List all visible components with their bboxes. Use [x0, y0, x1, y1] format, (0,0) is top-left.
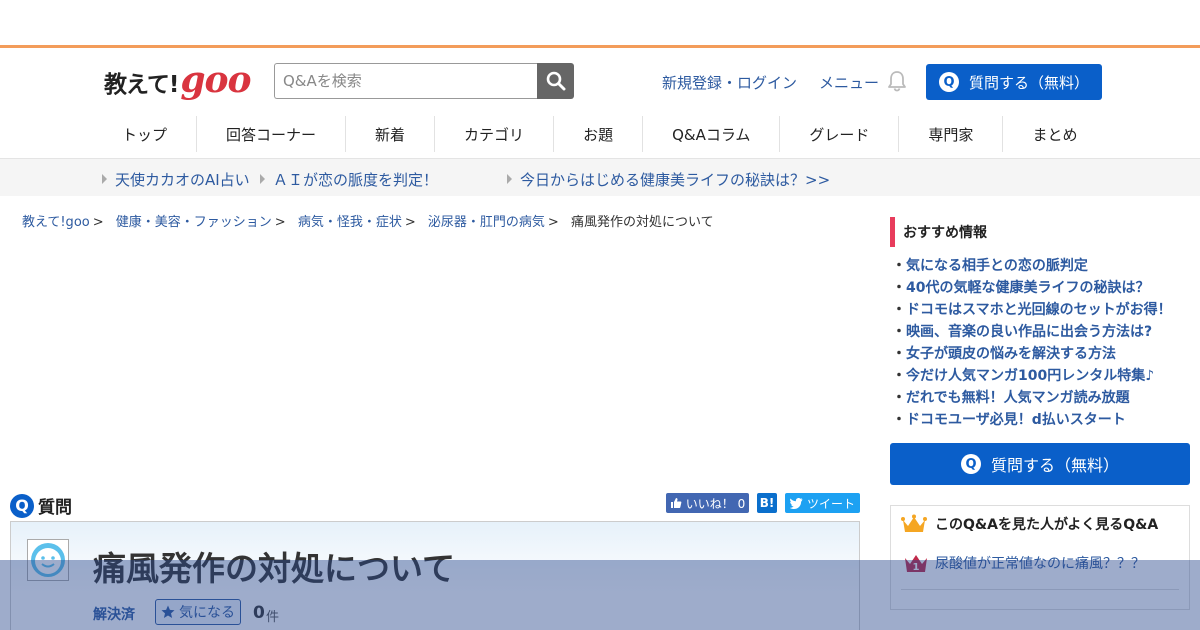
site-header: 教えて! goo 新規登録・ログイン メニュー Q 質問する（無料） — [0, 48, 1200, 108]
breadcrumb: 教えて!goo > 健康・美容・ファッション > 病気・怪我・症状 > 泌尿器・肛門の… — [22, 211, 714, 230]
nav-item-topic[interactable]: お題 — [554, 116, 644, 152]
recommended-item[interactable]: ドコモユーザ必見！d払いスタート — [892, 409, 1172, 431]
recommended-item[interactable]: 40代の気軽な健康美ライフの秘訣は？ — [892, 277, 1172, 299]
question-q-icon: Q — [960, 454, 981, 474]
login-link[interactable]: 新規登録・ログイン — [662, 72, 797, 93]
breadcrumb-link[interactable]: 健康・美容・ファッション — [116, 215, 272, 230]
search-input[interactable] — [274, 63, 537, 99]
search-icon — [546, 71, 565, 91]
hatena-bookmark-button[interactable]: B! — [757, 493, 777, 513]
recommended-item[interactable]: 気になる相手との恋の脈判定 — [892, 255, 1172, 277]
nav-item-answer-corner[interactable]: 回答コーナー — [197, 116, 347, 152]
search-box — [274, 63, 574, 99]
promo-bar: 天使カカオのAI占い ＡＩが恋の脈度を判定！ 今日からはじめる健康美ライフの秘訣… — [0, 158, 1200, 196]
question-header: Q 質問 — [10, 493, 72, 518]
logo-text-jp: 教えて! — [104, 72, 179, 98]
nav-item-grade[interactable]: グレード — [780, 116, 900, 152]
sidebar-ask-question-label: 質問する（無料） — [990, 456, 1119, 475]
recommended-item[interactable]: だれでも無料！人気マンガ読み放題 — [892, 387, 1172, 409]
recommended-item[interactable]: 映画、音楽の良い作品に出会う方法は? — [892, 321, 1172, 343]
bell-icon — [888, 71, 906, 92]
popular-qa-header: このQ&Aを見た人がよく見るQ&A — [901, 514, 1158, 534]
nav-item-top[interactable]: トップ — [100, 116, 198, 152]
menu-link[interactable]: メニュー — [819, 72, 879, 93]
breadcrumb-link[interactable]: 病気・怪我・症状 — [298, 215, 402, 230]
thumbs-up-icon — [670, 498, 682, 508]
recommended-list: 気になる相手との恋の脈判定 40代の気軽な健康美ライフの秘訣は？ ドコモはスマホ… — [892, 255, 1172, 431]
nav-item-category[interactable]: カテゴリ — [435, 116, 555, 152]
nav-item-expert[interactable]: 専門家 — [899, 116, 1004, 152]
nav-item-new[interactable]: 新着 — [346, 116, 436, 152]
facebook-like-button[interactable]: いいね！ 0 — [666, 493, 749, 513]
crown-icon — [901, 514, 927, 532]
question-section-label: 質問 — [38, 498, 72, 518]
recommended-item[interactable]: 女子が頭皮の悩みを解決する方法 — [892, 343, 1172, 365]
breadcrumb-separator: > — [92, 215, 104, 230]
bottom-overlay-banner[interactable] — [0, 560, 1200, 630]
promo-link[interactable]: ＡＩが恋の脈度を判定！ — [260, 169, 438, 190]
breadcrumb-separator: > — [547, 215, 559, 230]
notification-button[interactable] — [886, 70, 908, 96]
header-links: 新規登録・ログイン メニュー — [662, 72, 901, 93]
question-badge: Q — [10, 493, 34, 518]
sidebar-ask-question-button[interactable]: Q 質問する（無料） — [890, 443, 1190, 485]
recommended-item[interactable]: 今だけ人気マンガ100円レンタル特集♪ — [892, 365, 1172, 387]
breadcrumb-link[interactable]: 泌尿器・肛門の病気 — [428, 215, 545, 230]
tweet-label: ツイート — [806, 496, 855, 511]
breadcrumb-separator: > — [404, 215, 416, 230]
popular-qa-title: このQ&Aを見た人がよく見るQ&A — [935, 517, 1159, 533]
promo-link[interactable]: 今日からはじめる健康美ライフの秘訣は？>> — [507, 169, 830, 190]
top-ad-strip — [0, 0, 1200, 48]
ask-question-label: 質問する（無料） — [968, 73, 1089, 92]
ask-question-button[interactable]: Q 質問する（無料） — [926, 64, 1102, 100]
breadcrumb-link[interactable]: 教えて!goo — [22, 215, 90, 230]
tweet-button[interactable]: ツイート — [785, 493, 860, 513]
sidebar-title: おすすめ情報 — [890, 217, 987, 247]
nav-item-summary[interactable]: まとめ — [1003, 116, 1106, 152]
question-q-icon: Q — [938, 72, 959, 92]
recommended-item[interactable]: ドコモはスマホと光回線のセットがお得！ — [892, 299, 1172, 321]
breadcrumb-current: 痛風発作の対処について — [570, 215, 714, 230]
promo-link[interactable]: 天使カカオのAI占い — [102, 169, 250, 190]
twitter-bird-icon — [789, 497, 803, 509]
site-logo[interactable]: 教えて! goo — [104, 59, 252, 101]
breadcrumb-separator: > — [274, 215, 286, 230]
nav-item-qa-column[interactable]: Q&Aコラム — [643, 116, 781, 152]
search-button[interactable] — [537, 63, 574, 99]
like-label: いいね！ 0 — [685, 496, 746, 511]
global-nav: トップ 回答コーナー 新着 カテゴリ お題 Q&Aコラム グレード 専門家 まと… — [100, 116, 1106, 152]
logo-text-goo: goo — [180, 59, 251, 101]
